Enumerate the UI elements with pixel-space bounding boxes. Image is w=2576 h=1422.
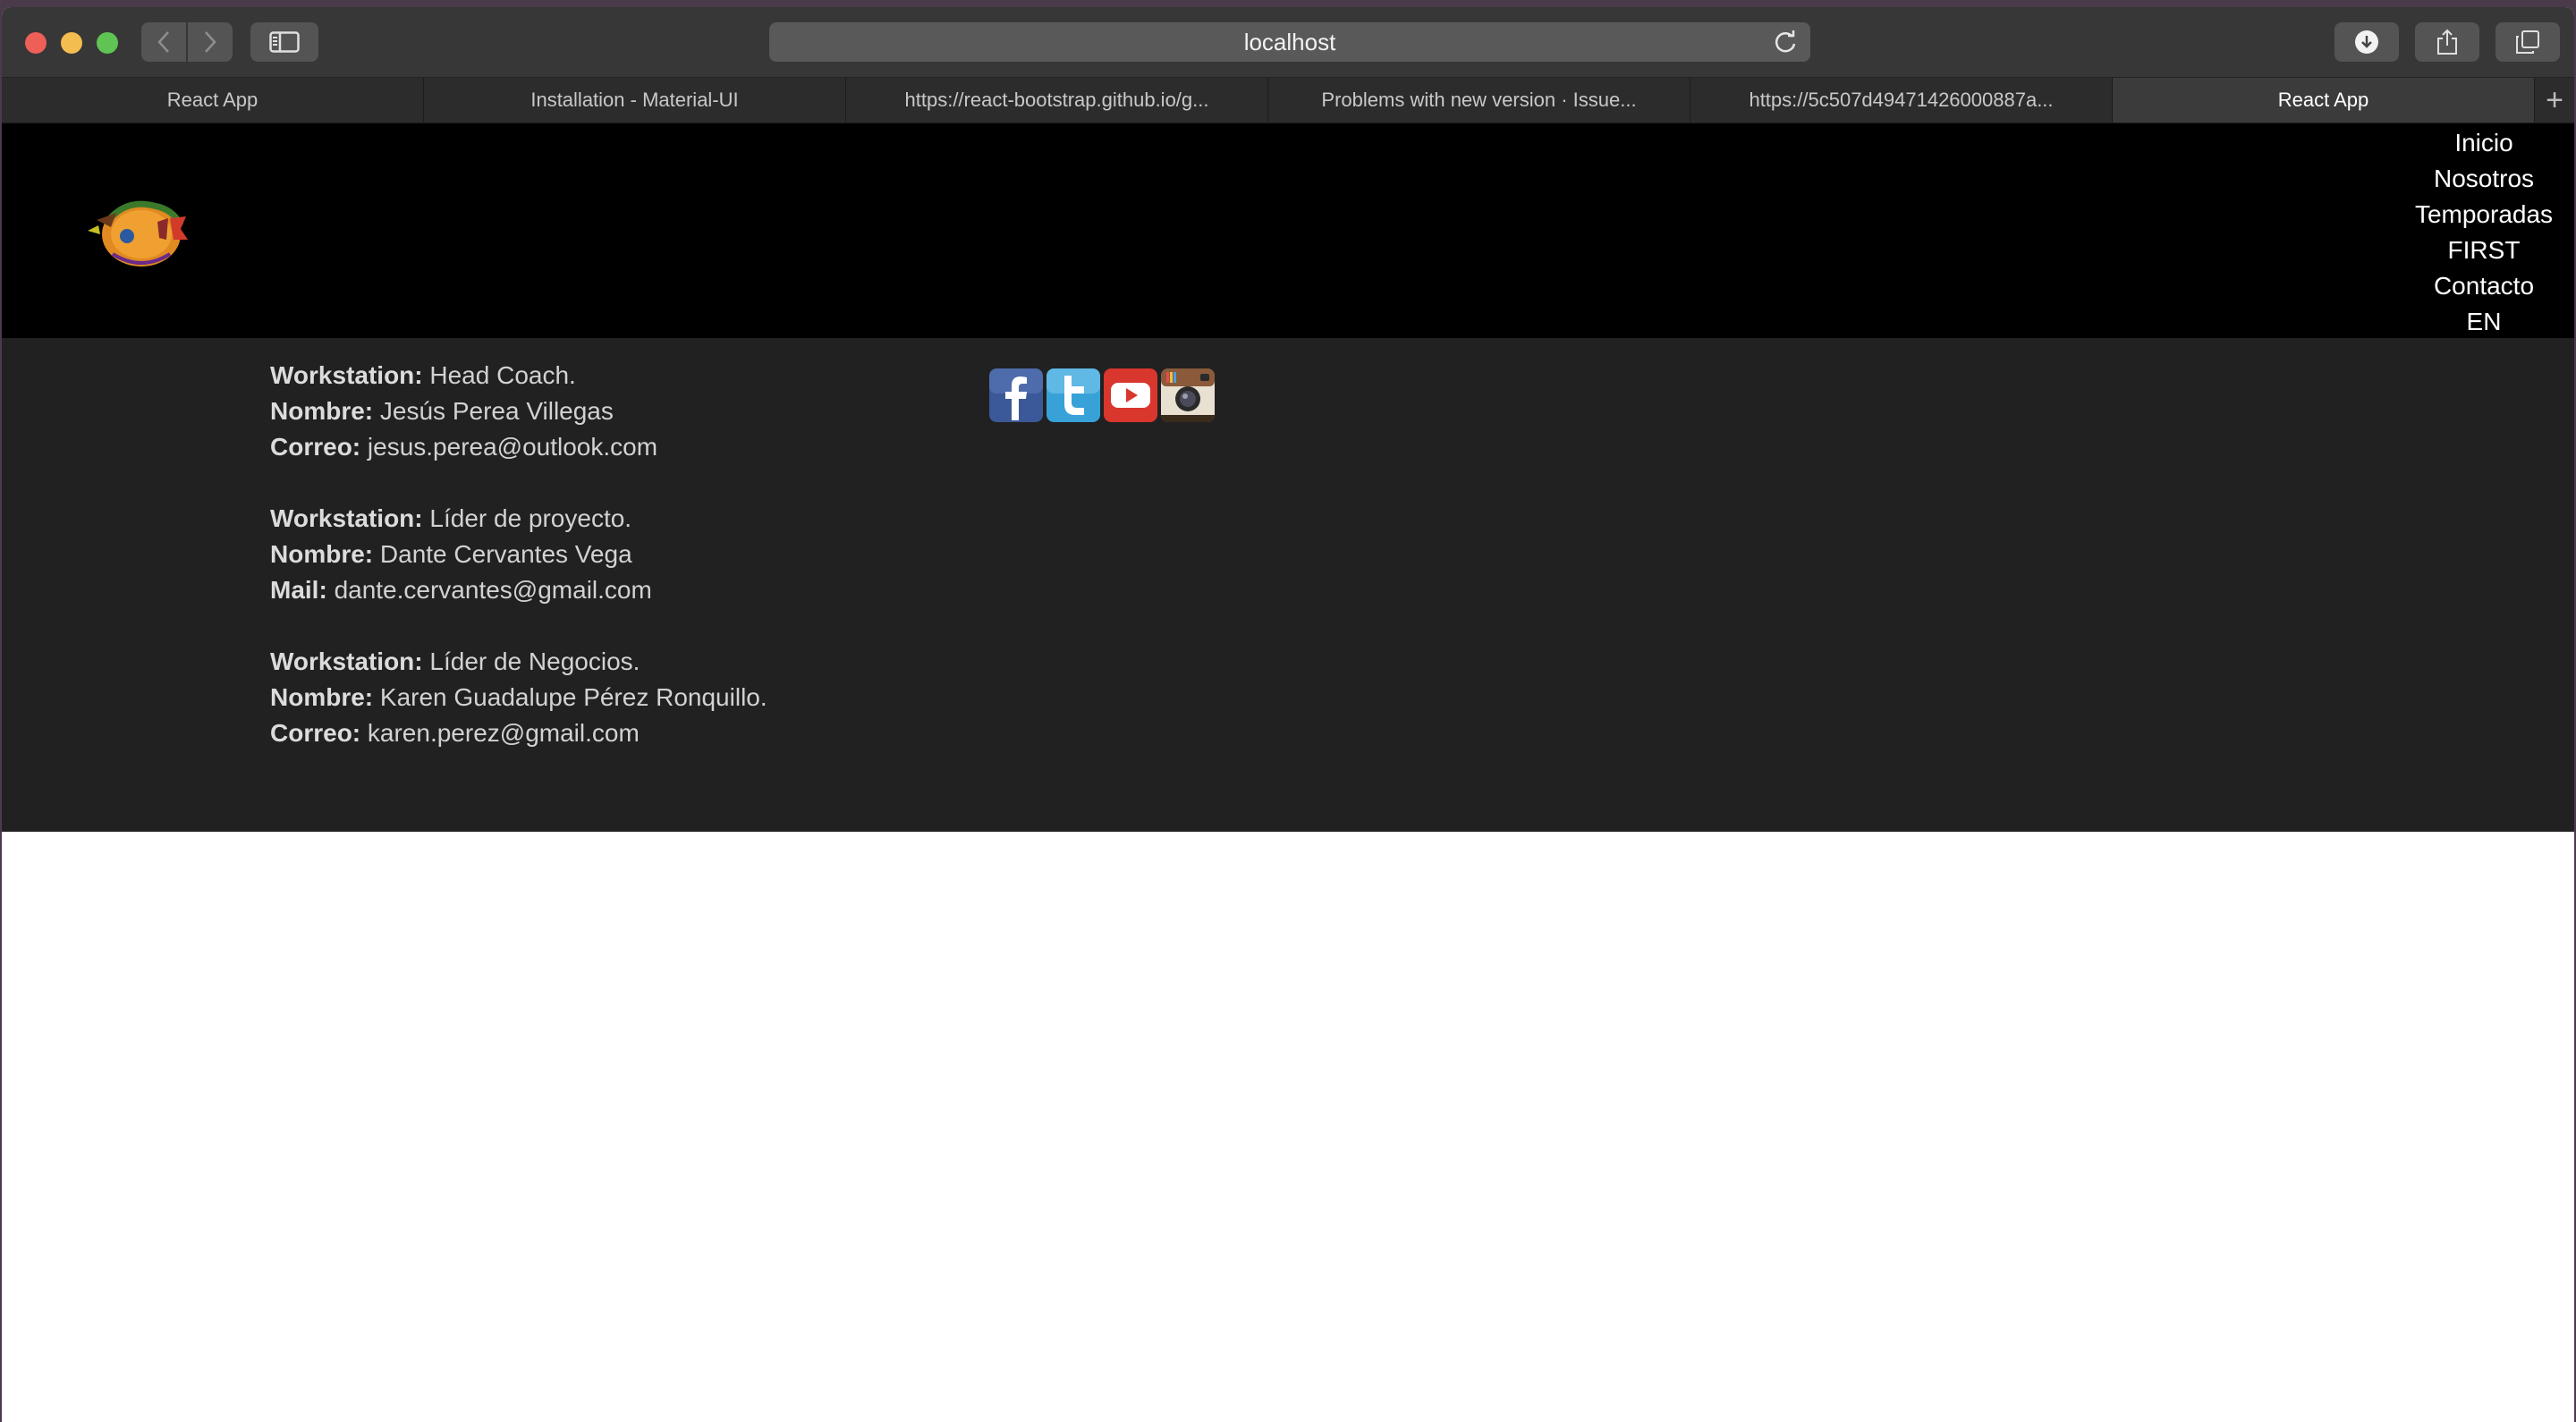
field-label: Nombre: [270,397,374,425]
field-label: Correo: [270,719,361,747]
field-value: Head Coach. [429,361,576,389]
team-logo[interactable] [80,186,200,275]
field-label: Workstation: [270,361,423,389]
browser-toolbar: localhost [2,7,2574,78]
contact-section: Workstation: Head Coach. Nombre: Jesús P… [2,338,2574,832]
field-label: Nombre: [270,683,374,711]
nav-link-language[interactable]: EN [2467,304,2502,340]
reload-icon[interactable] [1771,28,1800,56]
contact-project-lead: Workstation: Líder de proyecto. Nombre: … [270,501,767,608]
social-links [989,368,1215,422]
forward-button[interactable] [188,22,233,62]
tab-github-issue[interactable]: Problems with new version · Issue... [1268,78,1690,123]
chevron-right-icon [205,31,216,53]
field-label: Workstation: [270,504,423,532]
sidebar-icon [269,31,300,53]
main-nav: Inicio Nosotros Temporadas FIRST Contact… [2408,125,2560,340]
tab-material-ui[interactable]: Installation - Material-UI [424,78,846,123]
back-button[interactable] [141,22,186,62]
tab-netlify[interactable]: https://5c507d49471426000887a... [1690,78,2113,123]
nav-link-nosotros[interactable]: Nosotros [2434,161,2534,197]
site-header: Inicio Nosotros Temporadas FIRST Contact… [2,123,2574,338]
tabs-overview-icon [2516,30,2539,54]
field-value: Karen Guadalupe Pérez Ronquillo. [379,683,767,711]
contact-line: Mail: dante.cervantes@gmail.com [270,572,767,608]
nav-link-first[interactable]: FIRST [2448,233,2521,268]
tab-react-bootstrap[interactable]: https://react-bootstrap.github.io/g... [846,78,1268,123]
contact-line: Nombre: Jesús Perea Villegas [270,394,767,429]
share-icon [2437,29,2457,55]
nav-link-contacto[interactable]: Contacto [2434,268,2534,304]
contact-line: Correo: jesus.perea@outlook.com [270,429,767,465]
field-label: Mail: [270,576,327,604]
tab-label: React App [166,89,258,111]
tab-react-app-active[interactable]: React App [2113,78,2535,123]
field-value: Líder de proyecto. [429,504,632,532]
download-icon [2355,30,2378,54]
contact-head-coach: Workstation: Head Coach. Nombre: Jesús P… [270,358,767,465]
field-value: karen.perez@gmail.com [367,719,640,747]
field-label: Workstation: [270,648,423,675]
field-value: Líder de Negocios. [429,648,640,675]
field-value: jesus.perea@outlook.com [367,433,658,461]
maximize-window-button[interactable] [97,32,118,54]
contact-line: Nombre: Karen Guadalupe Pérez Ronquillo. [270,680,767,715]
field-value: dante.cervantes@gmail.com [334,576,652,604]
tab-react-app-1[interactable]: React App [2,78,424,123]
chevron-left-icon [157,31,169,53]
field-label: Correo: [270,433,361,461]
tab-label: Installation - Material-UI [530,89,739,111]
contact-line: Workstation: Líder de Negocios. [270,644,767,680]
sidebar-toggle-button[interactable] [250,22,318,62]
tab-label: https://5c507d49471426000887a... [1749,89,2054,111]
tab-bar: React App Installation - Material-UI htt… [2,78,2574,123]
youtube-icon[interactable] [1104,368,1157,422]
tab-label: https://react-bootstrap.github.io/g... [904,89,1209,111]
address-bar[interactable]: localhost [769,22,1810,62]
field-value: Dante Cervantes Vega [379,540,632,568]
contact-business-lead: Workstation: Líder de Negocios. Nombre: … [270,644,767,751]
page-background [2,832,2574,1422]
nav-link-temporadas[interactable]: Temporadas [2415,197,2553,233]
field-value: Jesús Perea Villegas [379,397,614,425]
contact-line: Workstation: Líder de proyecto. [270,501,767,537]
close-window-button[interactable] [25,32,47,54]
tab-label: Problems with new version · Issue... [1321,89,1637,111]
contact-list: Workstation: Head Coach. Nombre: Jesús P… [270,358,767,787]
facebook-icon[interactable] [989,368,1043,422]
address-text: localhost [1243,28,1336,55]
browser-window: localhost React App Installation - Mater… [2,7,2574,1422]
contact-line: Workstation: Head Coach. [270,358,767,394]
contact-line: Nombre: Dante Cervantes Vega [270,537,767,572]
new-tab-button[interactable]: + [2535,78,2574,123]
share-button[interactable] [2415,22,2479,62]
downloads-button[interactable] [2334,22,2399,62]
show-tabs-button[interactable] [2496,22,2560,62]
field-label: Nombre: [270,540,374,568]
tab-label: React App [2277,89,2369,111]
contact-line: Correo: karen.perez@gmail.com [270,715,767,751]
minimize-window-button[interactable] [61,32,82,54]
nav-link-inicio[interactable]: Inicio [2454,125,2512,161]
twitter-icon[interactable] [1046,368,1100,422]
instagram-icon[interactable] [1161,368,1215,422]
